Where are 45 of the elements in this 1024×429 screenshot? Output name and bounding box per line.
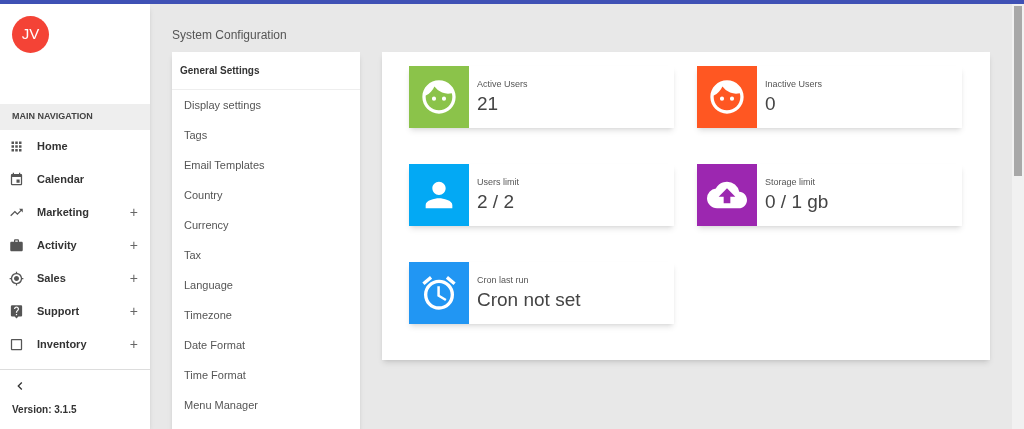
expand-toggle[interactable]: +	[129, 301, 138, 322]
calendar-icon	[9, 172, 24, 187]
section-header: MAIN NAVIGATION	[0, 104, 150, 130]
nav-item[interactable]: Sales +	[0, 262, 150, 295]
settings-menu-item[interactable]: Menu Manager	[172, 390, 360, 420]
nav-item[interactable]: Activity +	[0, 229, 150, 262]
settings-menu-item[interactable]: Date Format	[172, 330, 360, 360]
settings-menu-item[interactable]: Language	[172, 270, 360, 300]
stat-value: 0	[765, 91, 777, 116]
expand-toggle[interactable]: +	[129, 235, 138, 256]
briefcase-icon	[9, 238, 24, 253]
stat-value: 2 / 2	[477, 189, 515, 214]
user-avatar[interactable]: JV	[12, 16, 49, 53]
help-icon	[9, 304, 24, 319]
expand-toggle[interactable]: +	[129, 334, 138, 355]
settings-menu-title: General Settings	[172, 52, 360, 90]
nav-item[interactable]: Marketing +	[0, 196, 150, 229]
stat-label: Cron last run	[477, 274, 530, 288]
stat-label: Storage limit	[765, 176, 817, 190]
nav-item[interactable]: Calendar	[0, 163, 150, 196]
settings-menu-item[interactable]: Country	[172, 180, 360, 210]
settings-menu-item[interactable]: Currency	[172, 210, 360, 240]
apps-grid-icon	[9, 139, 24, 154]
stat-value: 0 / 1 gb	[765, 189, 829, 214]
expand-toggle[interactable]: +	[129, 268, 138, 289]
nav-item[interactable]: Home	[0, 130, 150, 163]
stat-label: Inactive Users	[765, 78, 823, 92]
expand-toggle[interactable]: +	[129, 202, 138, 223]
settings-menu-item[interactable]: Timezone	[172, 300, 360, 330]
face-icon	[707, 77, 747, 117]
version-text: Version: 3.1.5	[12, 403, 78, 417]
stat-label: Users limit	[477, 176, 519, 190]
nav-item[interactable]: Support +	[0, 295, 150, 328]
face-icon	[419, 77, 459, 117]
stat-value: 21	[477, 91, 500, 116]
settings-menu-item[interactable]: Display settings	[172, 90, 360, 120]
settings-menu-item[interactable]: Time Format	[172, 360, 360, 390]
page-title: System Configuration	[172, 27, 288, 44]
nav-item[interactable]: Inventory +	[0, 328, 150, 361]
stat-value: Cron not set	[477, 287, 581, 312]
settings-menu-item[interactable]: Tags	[172, 120, 360, 150]
crosshair-icon	[9, 271, 24, 286]
settings-menu-item[interactable]: Email Templates	[172, 150, 360, 180]
stat-label: Active Users	[477, 78, 528, 92]
settings-menu-item[interactable]: Tax	[172, 240, 360, 270]
